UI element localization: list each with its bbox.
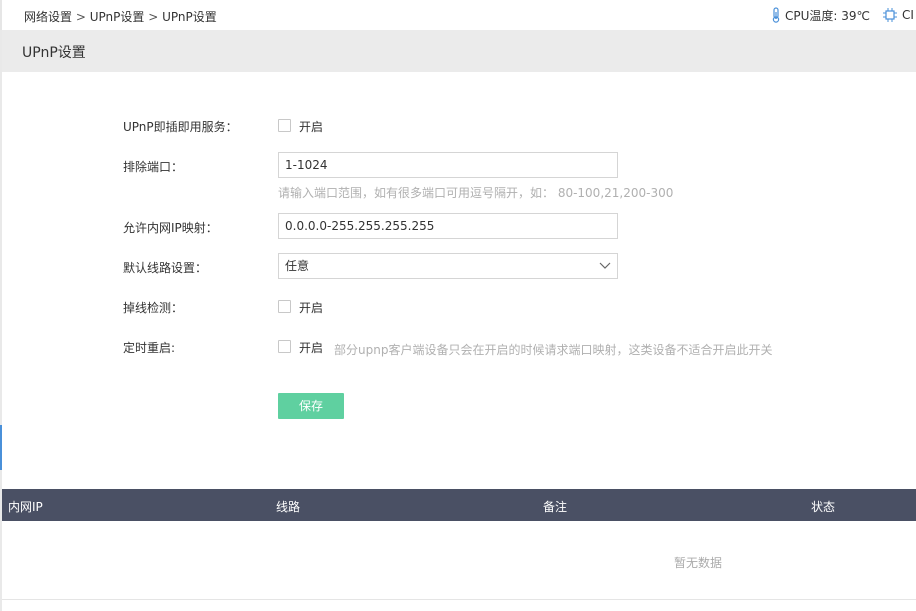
timed-restart-label: 定时重启: (123, 341, 176, 355)
cpu-usage-status: CI (882, 7, 914, 23)
default-line-label: 默认线路设置： (123, 261, 208, 275)
timed-restart-hint: 部分upnp客户端设备只会在开启的时候请求端口映射，这类设备不适合开启此开关 (334, 343, 773, 357)
allow-ip-map-input[interactable]: 0.0.0.0-255.255.255.255 (278, 213, 618, 239)
chevron-down-icon (599, 262, 611, 269)
breadcrumb: 网络设置 > UPnP设置 > UPnP设置 (24, 8, 217, 25)
cpu-temp-text: CPU温度: 39℃ (785, 8, 871, 23)
timed-restart-checkbox-label[interactable]: 开启 (299, 339, 323, 356)
timed-restart-checkbox[interactable] (278, 340, 291, 353)
default-line-select[interactable]: 任意 (278, 253, 618, 279)
cpu-temp-status: CPU温度: 39℃ (771, 7, 870, 23)
column-header-remark: 备注 (543, 500, 568, 514)
table-body: 暂无数据 (2, 521, 916, 600)
default-line-selected: 任意 (285, 259, 310, 273)
breadcrumb-separator: > (148, 10, 159, 24)
exclude-ports-hint: 请输入端口范围，如有很多端口可用逗号隔开，如： 80-100,21,200-30… (278, 186, 674, 200)
left-edge-accent (0, 425, 2, 470)
title-bar: UPnP设置 (2, 30, 916, 72)
column-header-line: 线路 (276, 500, 301, 514)
exclude-ports-label: 排除端口： (123, 160, 184, 174)
offline-detect-label: 掉线检测： (123, 301, 184, 315)
offline-detect-checkbox[interactable] (278, 300, 291, 313)
upnp-service-checkbox-label[interactable]: 开启 (299, 118, 323, 135)
breadcrumb-item-current: UPnP设置 (162, 10, 217, 24)
breadcrumb-item-network[interactable]: 网络设置 (24, 10, 72, 24)
empty-data-text: 暂无数据 (674, 556, 723, 570)
chip-icon (883, 8, 898, 22)
allow-ip-map-label: 允许内网IP映射： (123, 221, 218, 235)
upnp-service-label: UPnP即插即用服务： (123, 120, 238, 134)
breadcrumb-item-upnp[interactable]: UPnP设置 (90, 10, 145, 24)
page-title: UPnP设置 (22, 45, 86, 61)
table-header: 内网IP 线路 备注 状态 (2, 489, 916, 521)
breadcrumb-separator: > (75, 10, 86, 24)
column-header-status: 状态 (811, 500, 836, 514)
top-bar: 网络设置 > UPnP设置 > UPnP设置 CPU温度: 39℃ CI (0, 0, 916, 30)
column-header-lan-ip: 内网IP (8, 500, 43, 514)
save-button[interactable]: 保存 (278, 393, 344, 419)
offline-detect-checkbox-label[interactable]: 开启 (299, 299, 323, 316)
cpu-usage-text: CI (902, 8, 914, 22)
exclude-ports-input[interactable]: 1-1024 (278, 152, 618, 178)
upnp-service-checkbox[interactable] (278, 119, 291, 132)
status-area: CPU温度: 39℃ CI (771, 7, 916, 23)
thermometer-icon (772, 7, 780, 23)
